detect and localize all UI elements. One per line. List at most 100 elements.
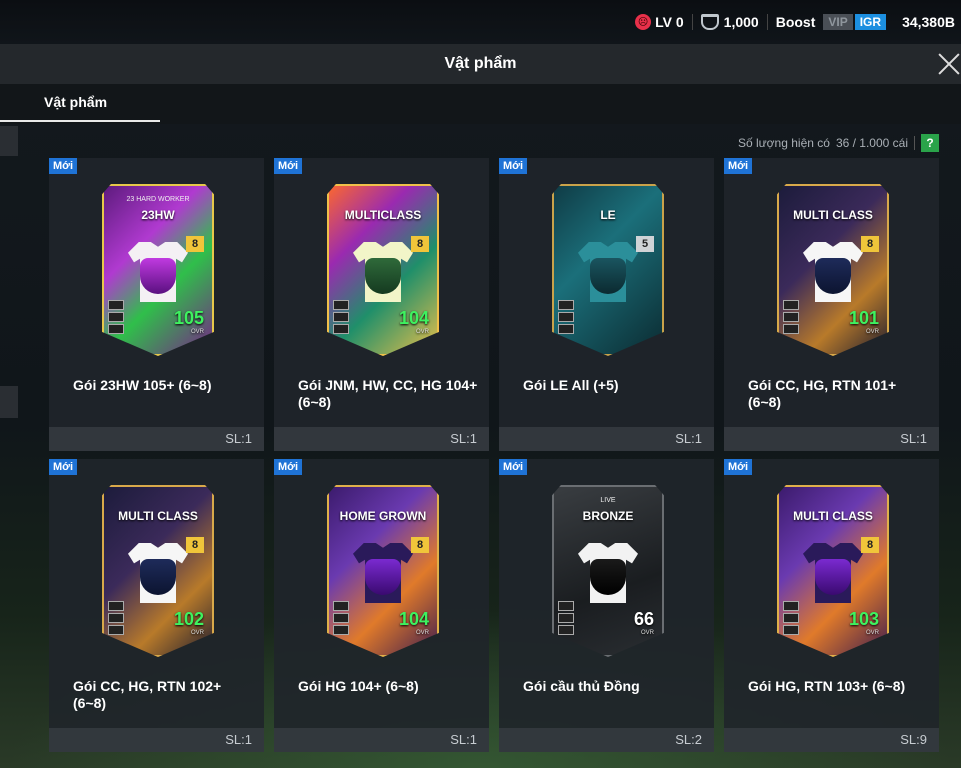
pack-image: 23 HARD WORKER 23HW 8 105 OVR xyxy=(102,184,214,356)
boost-label[interactable]: Boost xyxy=(776,14,816,30)
close-icon[interactable] xyxy=(935,50,961,78)
item-name: Gói 23HW 105+ (6~8) xyxy=(73,377,212,393)
level-text: LV 0 xyxy=(655,14,684,30)
currency-icon xyxy=(700,14,719,30)
coin-balance[interactable]: 1,000 xyxy=(700,14,759,30)
ovr-label: OVR xyxy=(865,329,879,335)
pack-label: LE xyxy=(600,208,616,222)
pack-image: LE 5 xyxy=(552,184,664,356)
class-badge-icon xyxy=(333,625,349,635)
pack-label: MULTI CLASS xyxy=(118,509,198,523)
item-quantity: SL:1 xyxy=(499,427,714,451)
item-card[interactable]: Mới LIVE BRONZE 66 OVR Gói cầu thủ Đồng SL:2 xyxy=(499,459,714,752)
class-badge-icon xyxy=(108,601,124,611)
new-badge: Mới xyxy=(724,158,753,174)
ovr-value: 101 OVR xyxy=(848,308,879,335)
pack-label: MULTICLASS xyxy=(344,208,422,222)
ovr-value: 105 OVR xyxy=(173,308,204,335)
new-badge: Mới xyxy=(274,459,303,475)
inventory-value: 36 / 1.000 cái xyxy=(835,136,908,150)
ovr-label: OVR xyxy=(190,329,204,335)
new-badge: Mới xyxy=(499,158,528,174)
page-title: Vật phẩm xyxy=(444,55,517,72)
grade-badge: 8 xyxy=(411,537,429,553)
ovr-label: OVR xyxy=(190,630,204,636)
top-status-bar: ☹ LV 0 1,000 Boost VIP IGR 34,380B xyxy=(0,0,961,44)
class-badge-icon xyxy=(558,312,574,322)
coin-value: 1,000 xyxy=(723,14,759,30)
pack-image: MULTI CLASS 8 101 OVR xyxy=(777,184,889,356)
sad-face-icon: ☹ xyxy=(635,14,652,30)
new-badge: Mới xyxy=(499,459,528,475)
item-card[interactable]: Mới MULTI CLASS 8 102 OVR Gói CC, HG, RTN 102… xyxy=(49,459,264,752)
inventory-label: Số lượng hiện có xyxy=(737,136,830,150)
item-quantity: SL:1 xyxy=(724,427,939,451)
inventory-count: Số lượng hiện có 36 / 1.000 cái ? xyxy=(738,134,939,152)
item-card[interactable]: Mới 23 HARD WORKER 23HW 8 105 OVR Gói 23HW 105… xyxy=(49,158,264,451)
pack-image: MULTICLASS 8 104 OVR xyxy=(327,184,439,356)
pack-sublabel: LIVE xyxy=(600,497,616,504)
side-panel-handle[interactable] xyxy=(0,126,18,156)
bp-balance[interactable]: 34,380B xyxy=(902,14,955,30)
pack-label: HOME GROWN xyxy=(339,509,427,523)
new-badge: Mới xyxy=(274,158,303,174)
item-quantity: SL:9 xyxy=(724,728,939,752)
item-quantity: SL:2 xyxy=(499,728,714,752)
grade-badge: 8 xyxy=(861,537,879,553)
class-badge-icon xyxy=(558,613,574,623)
crest-icon xyxy=(590,258,626,294)
help-icon[interactable]: ? xyxy=(921,134,939,152)
item-card[interactable]: Mới HOME GROWN 8 104 OVR Gói HG 104+ (6~8) SL:… xyxy=(274,459,489,752)
ovr-value: 102 OVR xyxy=(173,609,204,636)
class-badges xyxy=(558,601,574,635)
level-indicator[interactable]: ☹ LV 0 xyxy=(635,14,684,30)
item-card[interactable]: Mới MULTI CLASS 8 101 OVR Gói CC, HG, RTN 101… xyxy=(724,158,939,451)
pack-image: LIVE BRONZE 66 OVR xyxy=(552,485,664,657)
pack-image: MULTI CLASS 8 102 OVR xyxy=(102,485,214,657)
crest-icon xyxy=(140,258,176,294)
crest-icon xyxy=(365,258,401,294)
pack-label: MULTI CLASS xyxy=(793,509,873,523)
item-name: Gói CC, HG, RTN 102+ (6~8) xyxy=(73,678,222,711)
item-card[interactable]: Mới MULTI CLASS 8 103 OVR Gói HG, RTN 103+ (6… xyxy=(724,459,939,752)
tab-active-indicator xyxy=(0,120,160,122)
divider xyxy=(766,14,768,30)
class-badge-icon xyxy=(333,324,349,334)
item-name: Gói CC, HG, RTN 101+ (6~8) xyxy=(748,377,897,410)
crest-icon xyxy=(365,559,401,595)
tab-items[interactable]: Vật phẩm xyxy=(0,94,160,122)
class-badge-icon xyxy=(783,625,799,635)
item-grid: Mới 23 HARD WORKER 23HW 8 105 OVR Gói 23HW 105… xyxy=(49,158,939,752)
item-card[interactable]: Mới LE 5 Gói LE All (+5) SL:1 xyxy=(499,158,714,451)
crest-icon xyxy=(815,559,851,595)
class-badge-icon xyxy=(783,312,799,322)
new-badge: Mới xyxy=(724,459,753,475)
item-quantity: SL:1 xyxy=(274,728,489,752)
grade-badge: 5 xyxy=(636,236,654,252)
class-badge-icon xyxy=(333,613,349,623)
class-badge-icon xyxy=(108,613,124,623)
pack-sublabel: 23 HARD WORKER xyxy=(126,196,190,203)
item-name: Gói HG 104+ (6~8) xyxy=(298,678,419,694)
class-badge-icon xyxy=(783,324,799,334)
ovr-label: OVR xyxy=(415,630,429,636)
class-badge-icon xyxy=(108,324,124,334)
new-badge: Mới xyxy=(49,158,78,174)
crest-icon xyxy=(815,258,851,294)
pack-image: MULTI CLASS 8 103 OVR xyxy=(777,485,889,657)
class-badge-icon xyxy=(558,625,574,635)
class-badges xyxy=(558,300,574,334)
item-quantity: SL:1 xyxy=(49,427,264,451)
item-card[interactable]: Mới MULTICLASS 8 104 OVR Gói JNM, HW, CC, HG … xyxy=(274,158,489,451)
ovr-label: OVR xyxy=(865,630,879,636)
pack-label: 23HW xyxy=(141,208,175,222)
vip-badge: VIP xyxy=(823,14,853,30)
class-badges xyxy=(783,300,799,334)
crest-icon xyxy=(590,559,626,595)
class-badge-icon xyxy=(558,324,574,334)
ovr-value: 66 OVR xyxy=(633,609,654,636)
item-quantity: SL:1 xyxy=(49,728,264,752)
grade-badge: 8 xyxy=(861,236,879,252)
dialog-header: Vật phẩm xyxy=(0,44,961,84)
side-panel-handle[interactable] xyxy=(0,386,18,418)
